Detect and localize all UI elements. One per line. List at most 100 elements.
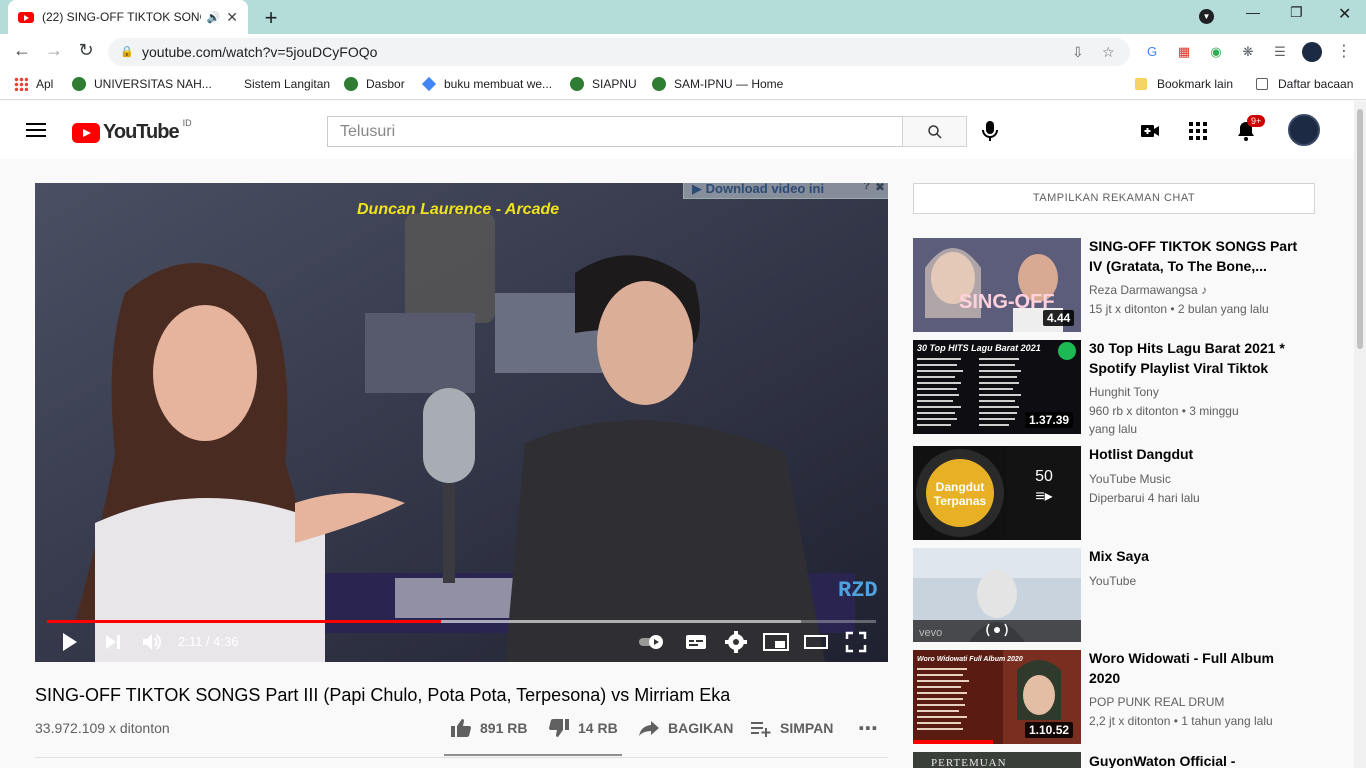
miniplayer-icon[interactable] — [763, 631, 789, 653]
extensions-puzzle-icon[interactable]: ❋ — [1239, 43, 1257, 61]
autoplay-toggle-icon[interactable] — [637, 631, 667, 653]
mix-thumbnail[interactable]: vevo — [913, 548, 1081, 642]
extension-icon[interactable]: ▦ — [1175, 43, 1193, 61]
help-icon[interactable]: ? — [863, 183, 870, 192]
channel-name[interactable]: YouTube Music — [1089, 472, 1171, 486]
guide-menu-icon[interactable] — [26, 123, 46, 137]
new-tab-button[interactable]: + — [260, 5, 282, 31]
video-player[interactable]: Duncan Laurence - Arcade ▶ Download vide… — [35, 183, 888, 662]
theater-mode-icon[interactable] — [803, 631, 829, 653]
recommendation-title[interactable]: Mix Saya — [1089, 546, 1299, 566]
recommendation-title[interactable]: GuyonWaton Official - — [1089, 752, 1299, 768]
reading-list[interactable]: Daftar bacaan — [1256, 77, 1353, 91]
save-label: SIMPAN — [780, 720, 834, 736]
thumbnail-text: Woro Widowati Full Album 2020 — [917, 656, 1023, 663]
youtube-play-icon — [72, 122, 100, 143]
lock-icon[interactable]: 🔒 — [120, 38, 134, 66]
recommendation-item[interactable]: SING-OFF 4.44 SING-OFF TIKTOK SONGS Part… — [913, 238, 1333, 332]
youtube-header: YouTube ID Telusuri — [0, 101, 1354, 159]
media-control-icon[interactable]: ☰ — [1271, 43, 1289, 61]
share-arrow-icon — [639, 721, 659, 736]
bookmark-label: buku membuat we... — [444, 77, 553, 91]
more-actions-icon[interactable]: ⋯ — [858, 716, 878, 741]
scrollbar-thumb[interactable] — [1357, 109, 1363, 349]
player-controls: 2:11 / 4:36 — [35, 623, 888, 662]
logo-wordmark: YouTube — [103, 121, 180, 143]
address-bar[interactable]: 🔒 youtube.com/watch?v=5jouDCyFOQo ⇩ ☆ — [108, 38, 1130, 66]
globe-extension-icon[interactable]: ◉ — [1207, 43, 1225, 61]
microphone-icon[interactable] — [980, 119, 1000, 143]
search-input[interactable]: Telusuri — [327, 116, 903, 147]
fullscreen-icon[interactable] — [845, 631, 867, 653]
share-button[interactable]: BAGIKAN — [638, 718, 733, 738]
channel-name[interactable]: YouTube — [1089, 574, 1136, 588]
next-icon[interactable] — [104, 631, 122, 653]
youtube-favicon-icon — [18, 11, 34, 23]
siapnu-logo-icon — [570, 77, 584, 91]
account-avatar[interactable] — [1288, 114, 1320, 146]
youtube-logo[interactable]: YouTube ID — [72, 118, 192, 144]
bookmark-universitas[interactable]: UNIVERSITAS NAH... — [72, 77, 212, 91]
recommendation-title[interactable]: Woro Widowati - Full Album 2020 — [1089, 648, 1299, 688]
tab-title: (22) SING-OFF TIKTOK SONG — [42, 10, 201, 24]
dislike-count: 14 RB — [578, 720, 618, 736]
recommendation-item[interactable]: Woro Widowati Full Album 2020 1.10.52 Wo… — [913, 650, 1333, 744]
recommendation-item[interactable]: vevo Mix Saya YouTube — [913, 548, 1333, 642]
reading-list-icon — [1256, 78, 1268, 90]
bookmark-dasbor[interactable]: Dasbor — [344, 77, 405, 91]
recommendation-item[interactable]: PERTEMUAN GuyonWaton Official - — [913, 752, 1333, 768]
dislike-button[interactable]: 14 RB — [548, 718, 618, 738]
create-video-icon[interactable] — [1138, 119, 1162, 143]
settings-gear-icon[interactable] — [725, 631, 747, 653]
playlist-icon: ≡▸ — [1035, 488, 1053, 505]
bookmark-other-folder[interactable]: Bookmark lain — [1135, 77, 1233, 91]
browser-tab-active[interactable]: (22) SING-OFF TIKTOK SONG 🔊 ✕ — [8, 0, 248, 34]
close-window-button[interactable]: ✕ — [1338, 4, 1351, 24]
play-icon[interactable] — [61, 631, 79, 653]
recommendation-item[interactable]: Dangdut Terpanas 50 ≡▸ Hotlist Dangdut Y… — [913, 446, 1333, 540]
channel-name[interactable]: POP PUNK REAL DRUM — [1089, 695, 1224, 709]
university-logo-icon — [72, 77, 86, 91]
channel-name[interactable]: Hunghit Tony — [1089, 385, 1159, 399]
bookmark-sam-ipnu[interactable]: SAM-IPNU — Home — [652, 77, 783, 91]
bookmark-apps[interactable]: Apl — [14, 77, 53, 91]
translate-extension-icon[interactable]: G — [1143, 43, 1161, 61]
bookmark-siapnu[interactable]: SIAPNU — [570, 77, 637, 91]
save-button[interactable]: SIMPAN — [750, 718, 833, 738]
install-app-icon[interactable]: ⇩ — [1072, 38, 1084, 66]
tab-search-icon[interactable]: ▼ — [1199, 9, 1214, 24]
profile-avatar[interactable] — [1302, 42, 1322, 62]
video-thumbnail[interactable]: PERTEMUAN — [913, 752, 1081, 768]
volume-icon[interactable] — [141, 631, 163, 653]
page-scrollbar[interactable] — [1354, 101, 1366, 768]
like-button[interactable]: 891 RB — [450, 718, 527, 738]
minimize-button[interactable]: — — [1246, 4, 1260, 20]
recommendation-title[interactable]: Hotlist Dangdut — [1089, 444, 1299, 464]
download-label: Download video ini — [705, 183, 825, 196]
tab-close-icon[interactable]: ✕ — [226, 9, 238, 26]
show-chat-replay-button[interactable]: TAMPILKAN REKAMAN CHAT — [913, 183, 1315, 214]
thumbnail-text: PERTEMUAN — [931, 757, 1007, 768]
browser-menu-icon[interactable]: ⋮ — [1335, 43, 1353, 61]
search-button[interactable] — [902, 116, 967, 147]
duration-badge: 4.44 — [1043, 310, 1075, 326]
apps-grid-icon[interactable] — [1186, 119, 1210, 143]
back-button[interactable]: ← — [10, 40, 34, 61]
recommendation-item[interactable]: 30 Top HITS Lagu Barat 2021 1.37.39 30 T… — [913, 338, 1333, 436]
download-video-button[interactable]: ▶ Download video ini ? ✖ — [683, 183, 888, 199]
channel-name[interactable]: Reza Darmawangsa ♪ — [1089, 283, 1207, 297]
recommendation-title[interactable]: SING-OFF TIKTOK SONGS Part IV (Gratata, … — [1089, 236, 1299, 276]
restore-button[interactable]: ❐ — [1290, 4, 1303, 21]
close-icon[interactable]: ✖ — [875, 183, 885, 194]
bookmark-sistem-langitan[interactable]: Sistem Langitan — [244, 77, 330, 91]
bookmark-star-icon[interactable]: ☆ — [1102, 38, 1115, 66]
recommendation-title[interactable]: 30 Top Hits Lagu Barat 2021 * Spotify Pl… — [1089, 338, 1299, 378]
reload-button[interactable]: ↻ — [74, 40, 98, 61]
subtitles-icon[interactable] — [685, 631, 707, 653]
bookmark-label: SIAPNU — [592, 77, 637, 91]
add-to-playlist-icon — [751, 722, 771, 737]
bookmark-label: Sistem Langitan — [244, 77, 331, 91]
tab-audio-icon[interactable]: 🔊 — [207, 11, 221, 24]
bookmark-buku[interactable]: buku membuat we... — [421, 76, 553, 92]
forward-button[interactable]: → — [42, 40, 66, 61]
